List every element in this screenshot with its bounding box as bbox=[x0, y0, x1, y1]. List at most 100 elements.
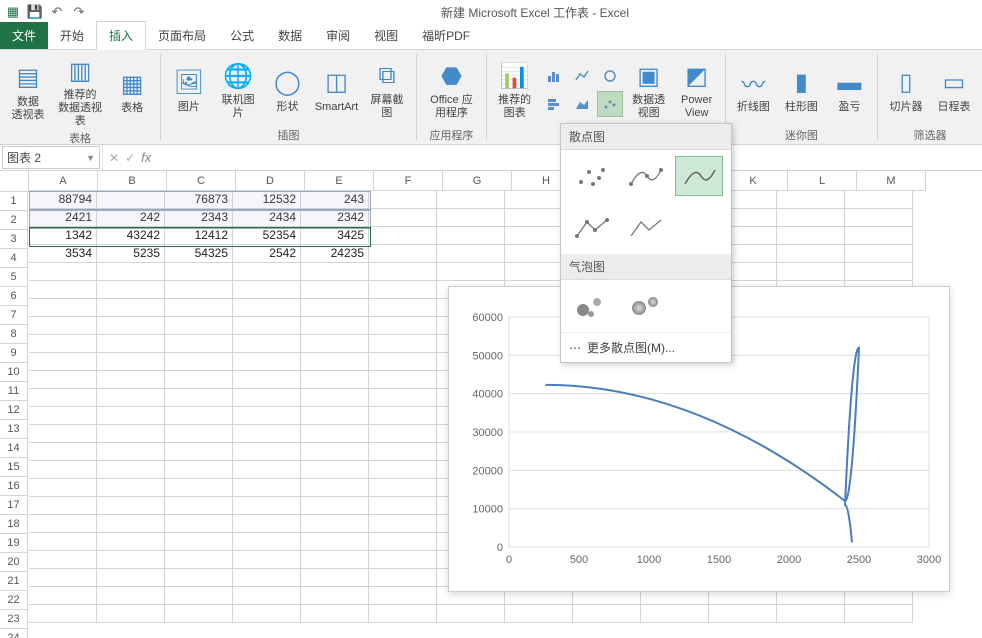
pivot-chart-button[interactable]: ▣数据透视图 bbox=[627, 58, 671, 122]
cell[interactable] bbox=[233, 587, 301, 605]
cell[interactable] bbox=[165, 299, 233, 317]
cell[interactable] bbox=[165, 587, 233, 605]
cell[interactable] bbox=[845, 263, 913, 281]
cell[interactable] bbox=[233, 551, 301, 569]
cell[interactable] bbox=[97, 281, 165, 299]
cell[interactable] bbox=[437, 263, 505, 281]
timeline-button[interactable]: ▭日程表 bbox=[932, 65, 976, 116]
tab-data[interactable]: 数据 bbox=[266, 22, 314, 49]
row-header[interactable]: 5 bbox=[0, 268, 28, 287]
cell[interactable] bbox=[165, 533, 233, 551]
cell[interactable] bbox=[29, 497, 97, 515]
enter-formula-icon[interactable]: ✓ bbox=[125, 151, 135, 165]
cell[interactable] bbox=[165, 605, 233, 623]
table-button[interactable]: ▦表格 bbox=[110, 66, 154, 117]
cell[interactable] bbox=[29, 353, 97, 371]
online-pictures-button[interactable]: 🌐联机图片 bbox=[215, 58, 262, 122]
row-header[interactable]: 14 bbox=[0, 439, 28, 458]
row-header[interactable]: 7 bbox=[0, 306, 28, 325]
cell[interactable] bbox=[505, 605, 573, 623]
cell[interactable] bbox=[301, 587, 369, 605]
cell[interactable] bbox=[437, 605, 505, 623]
tab-insert[interactable]: 插入 bbox=[96, 21, 146, 50]
cell[interactable] bbox=[97, 461, 165, 479]
cell[interactable]: 24235 bbox=[301, 245, 369, 263]
cell[interactable] bbox=[233, 299, 301, 317]
tab-review[interactable]: 审阅 bbox=[314, 22, 362, 49]
tab-view[interactable]: 视图 bbox=[362, 22, 410, 49]
tab-pagelayout[interactable]: 页面布局 bbox=[146, 22, 218, 49]
cell[interactable] bbox=[165, 353, 233, 371]
tab-formulas[interactable]: 公式 bbox=[218, 22, 266, 49]
row-header[interactable]: 10 bbox=[0, 363, 28, 382]
cell[interactable] bbox=[777, 605, 845, 623]
cell[interactable] bbox=[233, 515, 301, 533]
cell[interactable] bbox=[165, 335, 233, 353]
cell[interactable] bbox=[29, 605, 97, 623]
row-header[interactable]: 24 bbox=[0, 629, 28, 638]
cell[interactable] bbox=[233, 479, 301, 497]
cell[interactable] bbox=[29, 587, 97, 605]
cell[interactable] bbox=[233, 407, 301, 425]
cell[interactable]: 12412 bbox=[165, 227, 233, 245]
row-header[interactable]: 18 bbox=[0, 515, 28, 534]
cell[interactable]: 2342 bbox=[301, 209, 369, 227]
cell[interactable] bbox=[165, 389, 233, 407]
cell[interactable]: 52354 bbox=[233, 227, 301, 245]
cell[interactable] bbox=[301, 263, 369, 281]
cell[interactable] bbox=[97, 533, 165, 551]
undo-icon[interactable]: ↶ bbox=[48, 3, 66, 21]
cell[interactable] bbox=[301, 371, 369, 389]
cell[interactable] bbox=[301, 569, 369, 587]
cell[interactable] bbox=[845, 605, 913, 623]
cell[interactable] bbox=[369, 461, 437, 479]
scatter-markers-option[interactable] bbox=[567, 156, 615, 196]
cell[interactable] bbox=[97, 371, 165, 389]
cell[interactable] bbox=[641, 605, 709, 623]
cell[interactable] bbox=[301, 425, 369, 443]
column-chart-button[interactable] bbox=[541, 63, 567, 89]
cell[interactable] bbox=[97, 479, 165, 497]
cell[interactable] bbox=[233, 425, 301, 443]
cell[interactable] bbox=[369, 227, 437, 245]
cell[interactable] bbox=[437, 209, 505, 227]
cell[interactable] bbox=[301, 533, 369, 551]
scatter-straight-lines-option[interactable] bbox=[621, 208, 669, 248]
cell[interactable] bbox=[777, 245, 845, 263]
cell[interactable] bbox=[369, 335, 437, 353]
cell[interactable] bbox=[29, 443, 97, 461]
column-header[interactable]: B bbox=[98, 171, 167, 191]
row-header[interactable]: 4 bbox=[0, 249, 28, 268]
cell[interactable] bbox=[369, 317, 437, 335]
cell[interactable]: 43242 bbox=[97, 227, 165, 245]
row-header[interactable]: 6 bbox=[0, 287, 28, 306]
smartart-button[interactable]: ◫SmartArt bbox=[313, 65, 359, 116]
tab-foxit[interactable]: 福昕PDF bbox=[410, 22, 482, 49]
cell[interactable] bbox=[97, 389, 165, 407]
cell[interactable] bbox=[29, 371, 97, 389]
row-header[interactable]: 23 bbox=[0, 610, 28, 629]
cell[interactable] bbox=[97, 407, 165, 425]
bar-chart-button[interactable] bbox=[541, 91, 567, 117]
cell[interactable] bbox=[165, 371, 233, 389]
column-header[interactable]: G bbox=[443, 171, 512, 191]
row-header[interactable]: 2 bbox=[0, 211, 28, 230]
cell[interactable] bbox=[29, 515, 97, 533]
cell[interactable] bbox=[233, 389, 301, 407]
cell[interactable] bbox=[369, 245, 437, 263]
recommended-pivot-button[interactable]: ▥推荐的 数据透视表 bbox=[54, 53, 106, 130]
cell[interactable] bbox=[301, 299, 369, 317]
cell[interactable] bbox=[301, 497, 369, 515]
cell[interactable] bbox=[165, 281, 233, 299]
cell[interactable] bbox=[29, 407, 97, 425]
row-header[interactable]: 13 bbox=[0, 420, 28, 439]
cell[interactable] bbox=[301, 461, 369, 479]
spreadsheet-grid[interactable]: 123456789101112131415161718192021222324 … bbox=[0, 171, 982, 638]
row-header[interactable]: 15 bbox=[0, 458, 28, 477]
cell[interactable] bbox=[233, 317, 301, 335]
cell[interactable] bbox=[369, 299, 437, 317]
cell[interactable] bbox=[97, 443, 165, 461]
cell[interactable] bbox=[97, 551, 165, 569]
area-chart-button[interactable] bbox=[569, 91, 595, 117]
cell[interactable] bbox=[777, 227, 845, 245]
